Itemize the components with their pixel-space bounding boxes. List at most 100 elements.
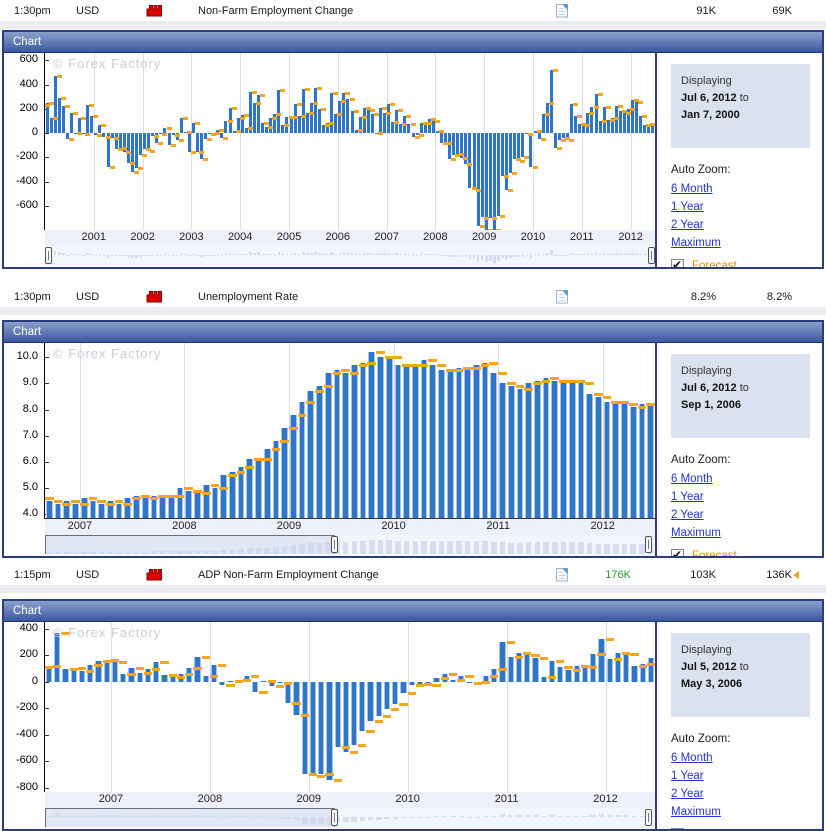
- forecast-marker: [86, 670, 95, 674]
- nav-handle[interactable]: [648, 247, 655, 264]
- forecast-marker: [407, 691, 416, 695]
- forecast-marker: [64, 104, 70, 108]
- nav-handle[interactable]: [644, 536, 652, 553]
- bar: [309, 681, 317, 776]
- bar: [114, 133, 118, 149]
- bar: [86, 105, 90, 133]
- nav-mini-bar: [574, 815, 580, 817]
- forecast-marker: [411, 364, 420, 368]
- forecast-checkbox[interactable]: ✔: [671, 548, 684, 556]
- nav-mini-bar: [346, 252, 350, 255]
- y-tick-label: 200: [19, 101, 38, 114]
- nav-mini-bar: [179, 253, 183, 255]
- zoom-link-6-month[interactable]: 6 Month: [671, 183, 810, 195]
- x-tick-label: 2012: [593, 793, 618, 805]
- bar: [532, 657, 539, 682]
- zoom-link-1-year[interactable]: 1 Year: [671, 770, 810, 782]
- forecast-link[interactable]: Forecast: [692, 829, 737, 830]
- forecast-checkbox[interactable]: ✔: [671, 827, 684, 829]
- bar: [359, 681, 366, 732]
- nav-mini-bar: [436, 254, 439, 255]
- forecast-marker: [642, 114, 648, 118]
- nav-mini-bar: [326, 254, 329, 255]
- bar: [260, 680, 267, 682]
- bar: [473, 365, 480, 518]
- zoom-link-6-month[interactable]: 6 Month: [671, 752, 810, 764]
- forecast-marker: [168, 674, 177, 678]
- displaying-box: Displaying Jul 6, 2012 to Sep 1, 2006: [671, 354, 810, 438]
- nav-scrollbar[interactable]: [45, 808, 655, 828]
- nav-handle[interactable]: [45, 247, 52, 264]
- x-tick-label: 2006: [325, 231, 351, 243]
- nav-handle[interactable]: [331, 536, 339, 553]
- zoom-link-maximum[interactable]: Maximum: [671, 237, 810, 249]
- nav-mini-bar: [403, 541, 410, 554]
- forecast-marker: [228, 473, 237, 477]
- event-row[interactable]: 1:30pm USD Non-Farm Employment Change 91…: [0, 0, 826, 21]
- revision-arrow-icon: [792, 570, 800, 580]
- event-row[interactable]: 1:15pm USD ADP Non-Farm Employment Chang…: [0, 564, 826, 585]
- forecast-marker: [369, 109, 375, 113]
- forecast-marker: [292, 701, 301, 705]
- bar: [54, 632, 61, 682]
- zoom-link-1-year[interactable]: 1 Year: [671, 491, 810, 503]
- nav-mini-bar: [208, 255, 212, 256]
- zoom-link-2-year[interactable]: 2 Year: [671, 509, 810, 521]
- nav-mini-bar: [533, 254, 537, 255]
- forecast-checkbox[interactable]: ✔: [671, 258, 684, 267]
- nav-mini-bar: [220, 255, 224, 256]
- forecast-marker: [428, 358, 438, 362]
- event-row[interactable]: 1:30pm USD Unemployment Rate 8.2% 8.2%: [0, 286, 826, 307]
- nav-mini-bar: [330, 251, 334, 255]
- y-tick-mark: [45, 655, 49, 657]
- nav-handle[interactable]: [644, 809, 652, 826]
- forecast-marker: [260, 94, 266, 98]
- nav-mini-bar: [484, 255, 488, 263]
- bar: [370, 113, 374, 133]
- bar: [290, 414, 297, 518]
- nav-mini-bar: [399, 254, 403, 255]
- nav-selection[interactable]: [45, 808, 335, 827]
- forecast-marker: [601, 119, 607, 123]
- nav-scrollbar[interactable]: [45, 535, 655, 555]
- nav-mini-bar: [499, 542, 506, 554]
- bar: [551, 380, 559, 518]
- nav-mini-bar: [598, 813, 605, 817]
- nav-mini-bar: [249, 251, 252, 255]
- zoom-link-maximum[interactable]: Maximum: [671, 527, 810, 539]
- forecast-marker: [308, 111, 314, 115]
- nav-handle[interactable]: [331, 809, 339, 826]
- news-icon[interactable]: [556, 567, 576, 582]
- forecast-marker: [235, 129, 241, 133]
- bar: [392, 681, 399, 705]
- news-icon[interactable]: [556, 3, 576, 18]
- nav-selection[interactable]: [45, 535, 335, 554]
- forecast-marker: [300, 114, 306, 118]
- news-icon[interactable]: [556, 289, 576, 304]
- nav-mini-bar: [122, 255, 126, 257]
- bar: [346, 99, 350, 133]
- zoom-link-1-year[interactable]: 1 Year: [671, 201, 810, 213]
- bar: [378, 108, 383, 133]
- forecast-marker: [105, 135, 111, 139]
- forecast-marker: [268, 126, 274, 130]
- to-word: to: [739, 382, 749, 394]
- bar: [169, 676, 176, 682]
- bar: [557, 666, 564, 682]
- bar: [144, 668, 152, 682]
- nav-scrollbar[interactable]: [45, 246, 655, 266]
- zoom-link-2-year[interactable]: 2 Year: [671, 219, 810, 231]
- chart-panel-header: Chart: [4, 601, 822, 622]
- forecast-marker: [402, 122, 408, 126]
- forecast-link[interactable]: Forecast: [692, 550, 737, 557]
- zoom-link-maximum[interactable]: Maximum: [671, 806, 810, 818]
- zoom-link-6-month[interactable]: 6 Month: [671, 473, 810, 485]
- nav-mini-bar: [285, 253, 289, 255]
- forecast-link[interactable]: Forecast: [692, 260, 737, 268]
- forecast-marker: [312, 102, 318, 106]
- nav-mini-bar: [549, 250, 553, 255]
- nav-mini-bar: [466, 817, 473, 818]
- nav-mini-bar: [456, 255, 460, 257]
- zoom-link-2-year[interactable]: 2 Year: [671, 788, 810, 800]
- forecast-marker: [321, 108, 327, 112]
